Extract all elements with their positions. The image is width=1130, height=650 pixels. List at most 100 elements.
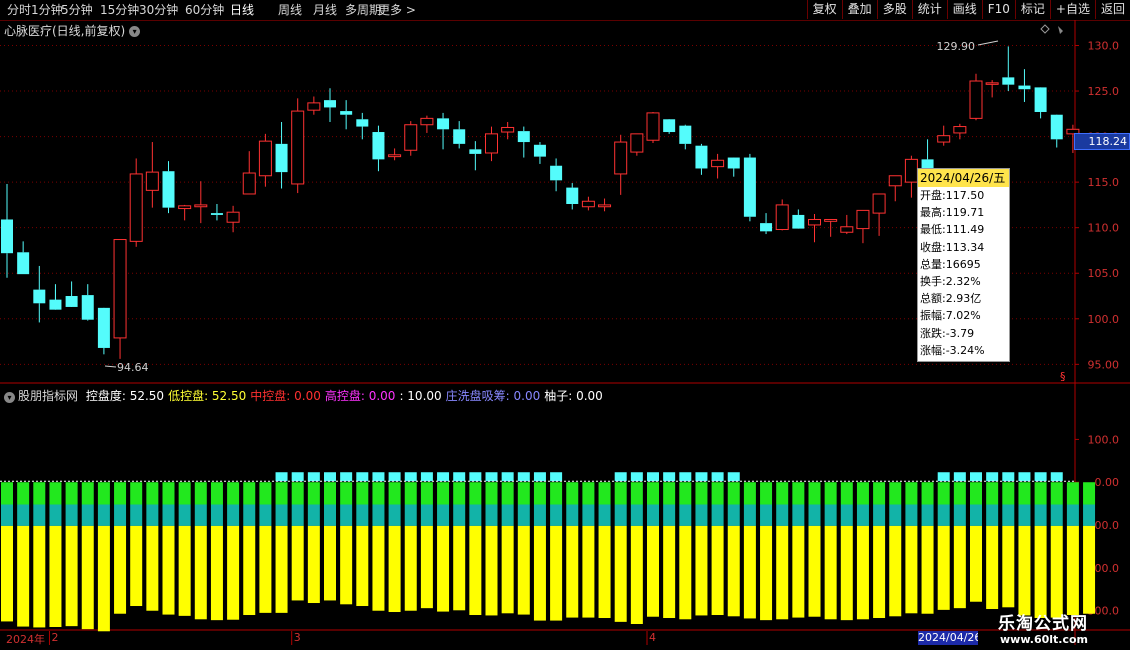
- indicator-bar-yellow: [921, 525, 934, 614]
- candle-body-up: [711, 159, 725, 168]
- indicator-mark-cyan: [970, 472, 982, 482]
- diamond-icon: [1040, 24, 1050, 34]
- indicator-value-6: 柚子: 0.00: [544, 389, 603, 403]
- indicator-tick-label: 0.00: [1095, 476, 1120, 489]
- indicator-bar-green: [97, 482, 110, 505]
- indicator-mark-cyan: [1002, 472, 1015, 482]
- indicator-bar-yellow: [856, 525, 869, 620]
- candle-body-up: [485, 133, 498, 154]
- indicator-mark-cyan: [614, 472, 627, 482]
- indicator-bar-green: [856, 482, 869, 505]
- indicator-value-3: 高控盘: 0.00: [324, 389, 396, 403]
- indicator-bar-yellow: [824, 525, 837, 620]
- indicator-mark-cyan: [550, 472, 563, 482]
- indicator-bar-green: [194, 482, 207, 505]
- candle-body-down: [356, 119, 369, 127]
- indicator-bar-teal: [808, 504, 821, 526]
- indicator-bar-green: [65, 482, 78, 505]
- candle-body-up: [242, 172, 256, 195]
- indicator-bar-green: [776, 482, 789, 505]
- indicator-bar-teal: [49, 504, 62, 526]
- candle-body-down: [743, 157, 756, 217]
- indicator-bar-green: [372, 482, 385, 505]
- indicator-bar-yellow: [307, 525, 320, 604]
- candle-body-down: [469, 149, 482, 154]
- indicator-bar-green: [598, 482, 611, 505]
- indicator-bar-teal: [970, 504, 982, 526]
- indicator-bar-teal: [372, 504, 385, 526]
- indicator-mark-cyan: [307, 472, 320, 482]
- indicator-bar-green: [437, 482, 450, 505]
- indicator-bar-green: [873, 482, 886, 505]
- indicator-value-0: 控盘度: 52.50: [85, 389, 165, 403]
- indicator-value-2: 中控盘: 0.00: [250, 389, 321, 403]
- indicator-mark-cyan: [663, 472, 676, 482]
- candle-body-up: [145, 171, 159, 191]
- indicator-bar-yellow: [97, 525, 110, 632]
- indicator-bar-green: [178, 482, 191, 505]
- candle-body-down: [679, 125, 692, 144]
- candle-body-up: [808, 218, 821, 226]
- indicator-bar-yellow: [1, 525, 13, 622]
- candle-body-down: [81, 295, 94, 320]
- indicator-bar-teal: [647, 504, 659, 526]
- indicator-mark-cyan: [404, 472, 417, 482]
- indicator-bar-teal: [33, 504, 46, 526]
- indicator-bar-yellow: [114, 525, 127, 614]
- indicator-bar-teal: [711, 504, 724, 526]
- date-label-1: 2: [51, 631, 59, 644]
- indicator-mark-cyan: [356, 472, 369, 482]
- indicator-mark-cyan: [485, 472, 498, 482]
- candle-body-up: [985, 82, 999, 85]
- indicator-bar-green: [679, 482, 692, 505]
- indicator-mark-cyan: [388, 472, 401, 482]
- candle-body-down: [210, 213, 223, 215]
- candle-body-up: [404, 124, 418, 151]
- chevron-down-icon[interactable]: ▾: [4, 392, 15, 403]
- price-tick-label: 100.0: [1088, 313, 1120, 326]
- indicator-bar-teal: [824, 504, 837, 526]
- indicator-bar-teal: [760, 504, 773, 526]
- current-price-tag: 118.24: [1074, 133, 1130, 150]
- indicator-bar-green: [388, 482, 401, 505]
- indicator-bar-green: [307, 482, 320, 505]
- tooltip-row-2: 最低:111.49: [920, 223, 985, 237]
- indicator-mark-cyan: [469, 472, 482, 482]
- candle-body-down: [49, 299, 62, 310]
- watermark: 乐淘公式网 www.60lt.com: [978, 605, 1130, 650]
- indicator-mark-cyan: [340, 472, 353, 482]
- indicator-bar-green: [1, 482, 13, 505]
- indicator-mark-cyan: [275, 472, 288, 482]
- indicator-bar-green: [614, 482, 627, 505]
- tooltip-row-8: 涨跌:-3.79: [920, 326, 975, 340]
- indicator-bar-teal: [130, 504, 143, 526]
- candle-body-up: [969, 80, 983, 119]
- candle-body-up: [113, 239, 127, 339]
- indicator-bar-green: [1034, 482, 1047, 505]
- indicator-bar-green: [517, 482, 530, 505]
- indicator-mark-cyan: [453, 472, 466, 482]
- candle-body-down: [533, 144, 546, 157]
- indicator-bar-teal: [679, 504, 692, 526]
- indicator-bar-green: [243, 482, 256, 505]
- indicator-values: 控盘度: 52.50 低控盘: 52.50 中控盘: 0.00 高控盘: 0.00: …: [86, 389, 607, 403]
- indicator-bar-yellow: [986, 525, 999, 610]
- candle-body-up: [388, 154, 402, 158]
- indicator-bar-green: [469, 482, 482, 505]
- candle-info-tooltip: 2024/04/26/五 开盘:117.50 最高:119.71 最低:111.49…: [917, 168, 1010, 362]
- indicator-bar-teal: [307, 504, 320, 526]
- indicator-bar-teal: [953, 504, 966, 526]
- low-price-label: 94.64: [117, 361, 149, 374]
- candle-body-down: [1, 219, 13, 254]
- candle-body-down: [1002, 77, 1015, 85]
- indicator-mark-cyan: [986, 472, 999, 482]
- date-label-2: 3: [293, 631, 301, 644]
- indicator-bar-green: [921, 482, 934, 505]
- indicator-bar-teal: [1083, 504, 1096, 526]
- date-label-0: 2024年: [6, 633, 45, 646]
- candle-body-down: [760, 223, 773, 232]
- indicator-bar-green: [81, 482, 94, 505]
- indicator-bar-yellow: [162, 525, 175, 615]
- candle-body-up: [420, 117, 434, 126]
- candle-body-up: [501, 126, 515, 133]
